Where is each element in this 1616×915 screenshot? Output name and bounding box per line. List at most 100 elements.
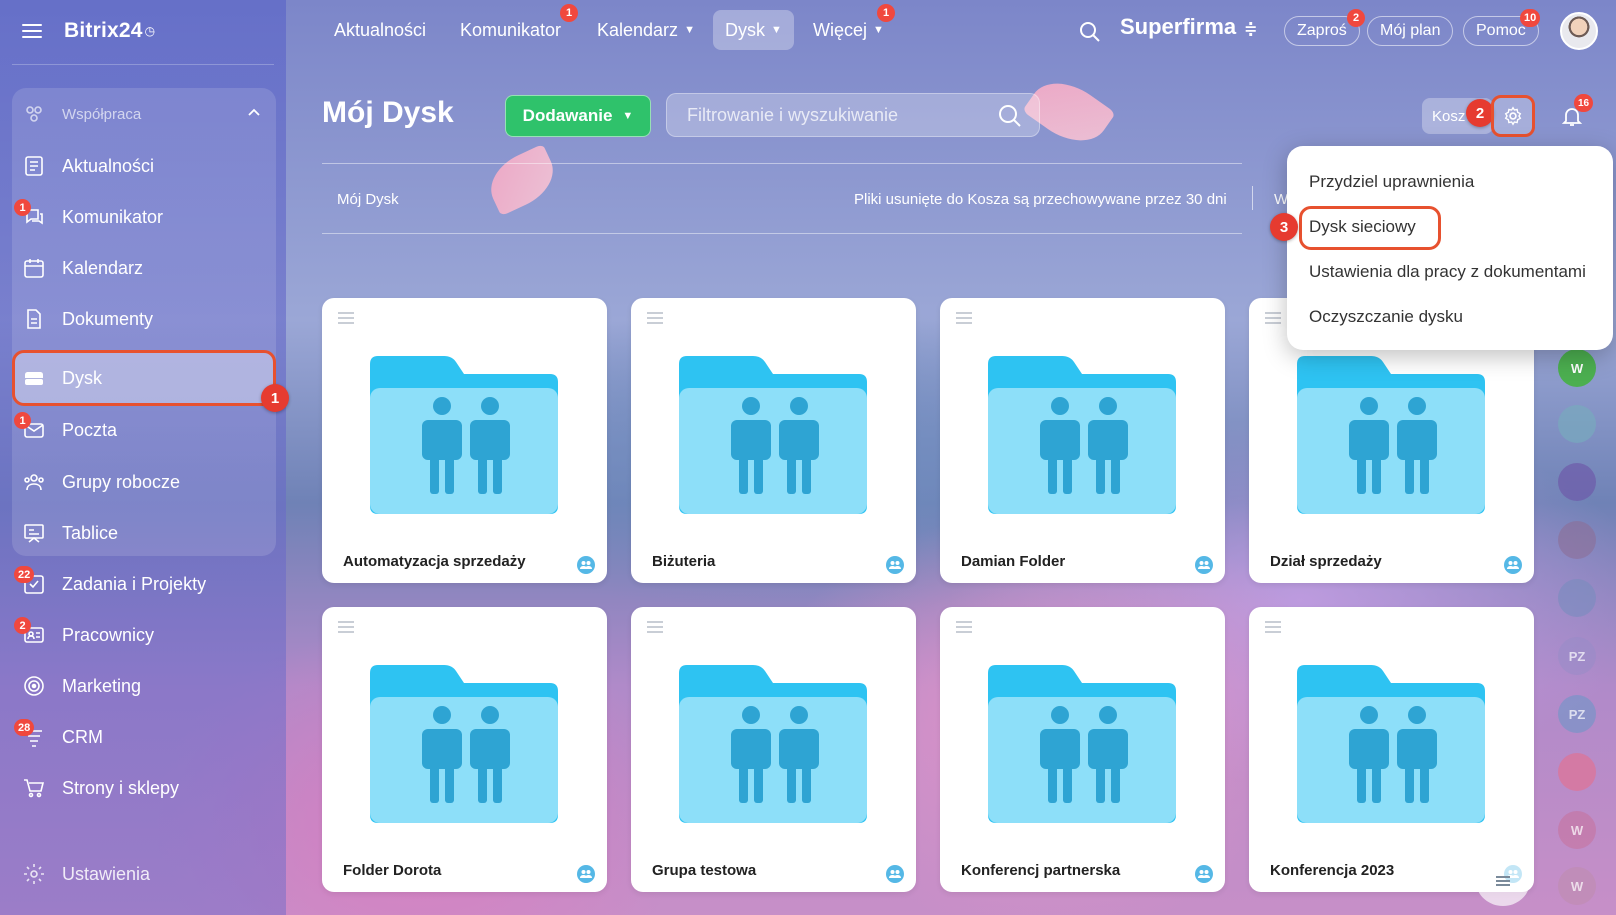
breadcrumb[interactable]: Mój Dysk <box>337 191 399 208</box>
sidebar-item-label: Grupy robocze <box>62 471 181 492</box>
plan-label: Mój plan <box>1380 22 1441 39</box>
rail-contact[interactable]: W <box>1558 811 1596 849</box>
chevron-up-icon[interactable] <box>246 104 262 120</box>
sidebar-item-label: Dysk <box>62 367 102 388</box>
collaboration-icon <box>22 102 46 126</box>
rail-group-avatar[interactable] <box>1558 521 1596 559</box>
shared-users-icon <box>886 865 904 883</box>
calendar-icon <box>22 256 46 280</box>
drag-handle-icon[interactable] <box>956 312 972 324</box>
notification-badge: 1 <box>14 199 31 216</box>
topnav-label: Więcej <box>813 19 868 40</box>
group-icon <box>22 470 46 494</box>
sidebar-item-ustawienia[interactable]: Ustawienia <box>22 854 150 894</box>
sidebar-item-label: CRM <box>62 726 103 747</box>
sidebar-item-dokumenty[interactable]: Dokumenty <box>22 299 153 339</box>
folder-card[interactable]: Damian Folder <box>940 298 1225 583</box>
sidebar-group-header[interactable]: Współpraca <box>22 94 141 134</box>
sidebar-item-pracownicy[interactable]: 2 Pracownicy <box>14 615 154 655</box>
sidebar-item-poczta[interactable]: 1 Poczta <box>14 410 117 450</box>
rail-contact[interactable]: PZ <box>1558 695 1596 733</box>
brand-logo[interactable]: Bitrix24 <box>64 19 143 43</box>
search-icon[interactable] <box>1078 20 1102 44</box>
trash-label: Kosz <box>1432 107 1466 125</box>
folder-card[interactable]: Konferencj partnerska <box>940 607 1225 892</box>
shared-folder-icon <box>679 356 867 514</box>
marketing-icon <box>22 674 46 698</box>
notification-badge: 2 <box>14 617 31 634</box>
chat-widget-button[interactable] <box>1476 856 1530 906</box>
drag-handle-icon[interactable] <box>647 621 663 633</box>
menu-icon[interactable] <box>22 23 44 39</box>
drag-handle-icon[interactable] <box>338 621 354 633</box>
settings-dropdown: Przydziel uprawnienia Dysk sieciowy Usta… <box>1287 146 1613 350</box>
sidebar-group-title: Współpraca <box>62 105 142 123</box>
shared-folder-icon <box>988 356 1176 514</box>
company-name[interactable]: Superfirma ≑ <box>1120 14 1258 40</box>
cart-icon <box>22 776 46 800</box>
sidebar-item-tablice[interactable]: Tablice <box>22 513 118 553</box>
shared-folder-icon <box>370 356 558 514</box>
rail-group-avatar[interactable] <box>1558 405 1596 443</box>
rail-contact[interactable]: W <box>1558 867 1596 905</box>
sidebar-item-komunikator[interactable]: 1 Komunikator <box>14 197 163 237</box>
folder-name: Konferencj partnerska <box>961 862 1121 879</box>
tasks-icon: 22 <box>14 566 46 596</box>
drag-handle-icon[interactable] <box>647 312 663 324</box>
topnav-label: Dysk <box>725 19 765 40</box>
shared-folder-icon <box>988 665 1176 823</box>
employees-icon: 2 <box>14 617 46 647</box>
menu-item-network-drive[interactable]: Dysk sieciowy <box>1309 217 1416 237</box>
sidebar-item-label: Tablice <box>62 522 119 543</box>
drag-handle-icon[interactable] <box>1265 621 1281 633</box>
trash-retention-note: Pliki usunięte do Kosza są przechowywane… <box>854 191 1227 208</box>
board-icon <box>22 521 46 545</box>
rail-marketing-icon[interactable] <box>1558 463 1596 501</box>
document-icon <box>22 307 46 331</box>
my-plan-button[interactable]: Mój plan <box>1367 16 1454 46</box>
rail-video-icon[interactable] <box>1558 753 1596 791</box>
sidebar-item-kalendarz[interactable]: Kalendarz <box>22 248 143 288</box>
add-button[interactable]: Dodawanie ▼ <box>505 95 651 137</box>
bell-icon[interactable]: 16 <box>1560 94 1594 130</box>
divider <box>322 163 1242 164</box>
sidebar-item-aktualnosci[interactable]: Aktualności <box>22 146 154 186</box>
drag-handle-icon[interactable] <box>956 621 972 633</box>
folder-card[interactable]: Biżuteria <box>631 298 916 583</box>
folder-card[interactable]: Folder Dorota <box>322 607 607 892</box>
user-avatar[interactable] <box>1560 12 1598 50</box>
topnav-aktualnosci[interactable]: Aktualności <box>322 10 438 50</box>
topnav-kalendarz[interactable]: Kalendarz ▼ <box>585 10 707 50</box>
sidebar-item-grupy-robocze[interactable]: Grupy robocze <box>22 462 180 502</box>
topnav-label: Kalendarz <box>597 19 679 40</box>
rail-contact[interactable]: W <box>1558 349 1596 387</box>
rail-users-icon[interactable] <box>1558 579 1596 617</box>
topnav-wiecej[interactable]: Więcej ▼ 1 <box>801 4 896 50</box>
step-marker-1: 1 <box>261 384 289 412</box>
folder-card[interactable]: Konferencja 2023 <box>1249 607 1534 892</box>
shared-folder-icon <box>679 665 867 823</box>
sliders-icon: ≑ <box>1244 21 1258 38</box>
folder-name: Biżuteria <box>652 553 716 570</box>
topnav-komunikator[interactable]: Komunikator 1 <box>448 4 578 50</box>
folder-card[interactable]: Grupa testowa <box>631 607 916 892</box>
rail-contact[interactable]: PZ <box>1558 637 1596 675</box>
notification-badge: 1 <box>14 412 31 429</box>
drag-handle-icon[interactable] <box>1265 312 1281 324</box>
search-icon[interactable] <box>997 103 1023 129</box>
sidebar-item-dysk[interactable]: Dysk <box>22 358 102 398</box>
drag-handle-icon[interactable] <box>338 312 354 324</box>
sidebar-item-crm[interactable]: 28 CRM <box>14 717 103 757</box>
topnav-dysk[interactable]: Dysk ▼ <box>713 10 794 50</box>
sidebar-item-marketing[interactable]: Marketing <box>22 666 141 706</box>
settings-button[interactable] <box>1491 95 1535 137</box>
folder-card[interactable]: Automatyzacja sprzedaży <box>322 298 607 583</box>
search-input[interactable] <box>667 94 997 136</box>
sidebar-item-strony[interactable]: Strony i sklepy <box>22 768 179 808</box>
menu-item-disk-cleanup[interactable]: Oczyszczanie dysku <box>1309 307 1463 327</box>
sidebar-item-zadania[interactable]: 22 Zadania i Projekty <box>14 564 206 604</box>
menu-item-permissions[interactable]: Przydziel uprawnienia <box>1309 172 1474 192</box>
menu-item-document-settings[interactable]: Ustawienia dla pracy z dokumentami <box>1309 262 1586 282</box>
invite-button[interactable]: Zaproś 2 <box>1284 9 1365 46</box>
help-button[interactable]: Pomoc 10 <box>1463 9 1541 46</box>
